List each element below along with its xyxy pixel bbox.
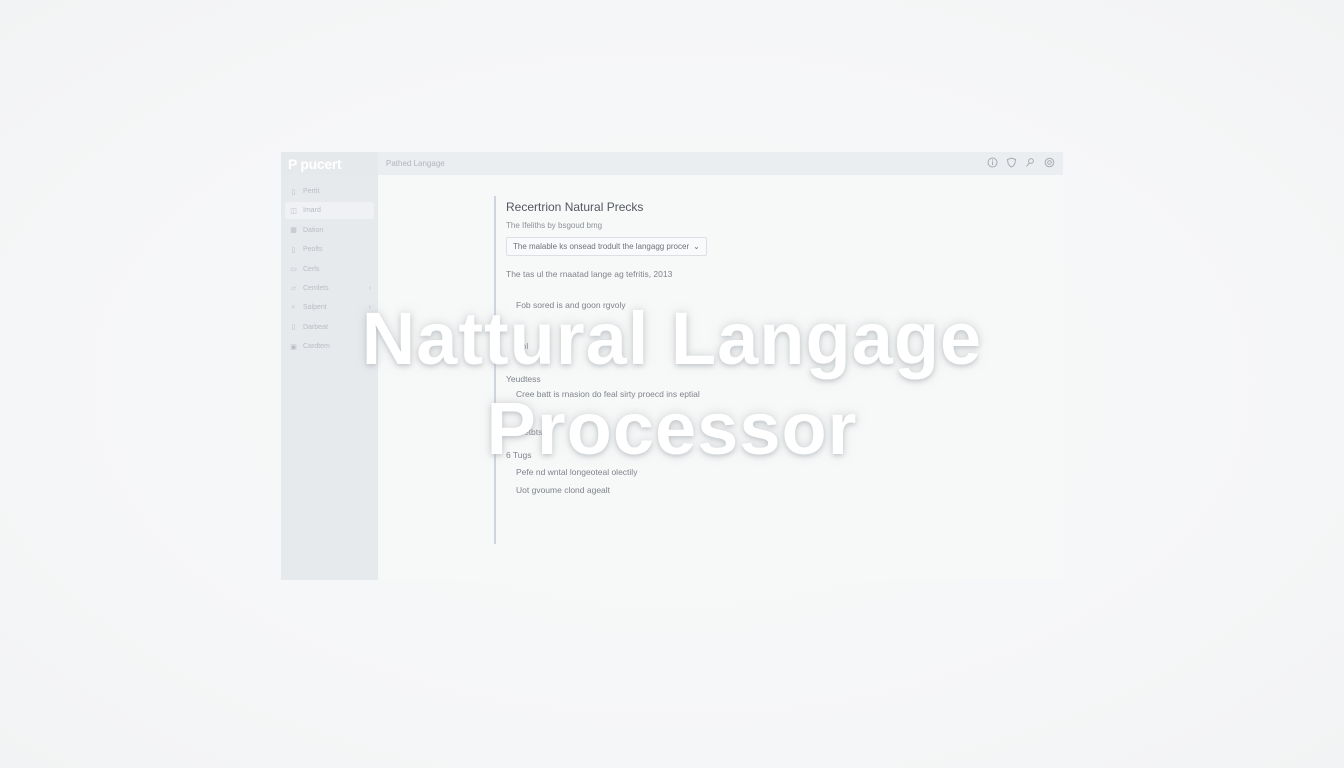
sidebar: ▯ Pertit ◫ Imard ▦ Dation ▯ Peolts ▭ Cer… [281, 175, 378, 580]
top-bar: P pucert Pathed Langage [281, 152, 1063, 175]
box-icon: ▣ [290, 343, 297, 351]
sidebar-item-label: Imard [303, 207, 321, 215]
sidebar-item-peolts[interactable]: ▯ Peolts [285, 241, 374, 258]
language-select[interactable]: The malable ks onsead trodult the langag… [506, 237, 707, 256]
info-icon[interactable] [987, 157, 998, 168]
sidebar-item-cemlets[interactable]: ▱ Cemlets › [285, 280, 374, 297]
sidebar-item-dation[interactable]: ▦ Dation [285, 222, 374, 239]
search-icon: ⌕ [291, 303, 296, 311]
detail-text-short: Bol [516, 341, 529, 351]
page-icon: ▯ [291, 324, 296, 332]
sidebar-item-salpent[interactable]: ⌕ Salpent › [285, 299, 374, 316]
section-text: Cree batt is rnasion do feal sirty proec… [516, 389, 700, 399]
sidebar-item-imard[interactable]: ◫ Imard [285, 202, 374, 220]
app-window: P pucert Pathed Langage ▯ Pertit ◫ Imard… [281, 152, 1063, 580]
chevron-right-icon: › [368, 284, 371, 292]
app-logo[interactable]: P pucert [281, 152, 378, 175]
sidebar-item-cerls[interactable]: ▭ Cerls [285, 261, 374, 278]
section-heading: Preoetbts [506, 427, 543, 437]
page-subtitle: The Ifeliths by bsgoud bmg [506, 221, 603, 230]
card-icon: ▭ [290, 266, 297, 274]
file-icon: ▯ [291, 188, 296, 196]
screen: P pucert Pathed Langage ▯ Pertit ◫ Imard… [0, 0, 1344, 768]
breadcrumb[interactable]: Pathed Langage [386, 159, 445, 168]
chevron-right-icon: › [368, 304, 371, 312]
section-text: Uot gvoume clond agealt [516, 485, 611, 495]
sidebar-item-label: Peolts [303, 246, 323, 254]
sidebar-item-darbeat[interactable]: ▯ Darbeat [285, 319, 374, 336]
sidebar-item-label: Cemlets [303, 284, 329, 292]
sidebar-item-label: Salpent [303, 304, 327, 312]
settings-icon[interactable] [1044, 157, 1055, 168]
page-title: Recertrion Natural Precks [506, 200, 644, 214]
user-icon[interactable] [1025, 157, 1036, 168]
main-panel: Recertrion Natural Precks The Ifeliths b… [378, 175, 1063, 580]
grid-icon: ▦ [290, 227, 297, 235]
select-value: The malable ks onsead trodult the langag… [513, 242, 690, 251]
section-heading: Yeudtess [506, 374, 541, 384]
section-heading: 6 Tugs [506, 450, 532, 460]
section-text: Pefe nd wntal longeoteal olectily [516, 467, 638, 477]
sidebar-item-label: Pertit [303, 188, 320, 195]
top-icons [987, 157, 1055, 168]
doc-icon: ▯ [291, 246, 296, 254]
sidebar-item-cardtem[interactable]: ▣ Cardtem [285, 338, 374, 355]
content-card: Recertrion Natural Precks The Ifeliths b… [494, 196, 894, 544]
sidebar-item-label: Cerls [303, 265, 320, 273]
description-text: The tas ul the rnaatad lange ag tefritis… [506, 269, 673, 279]
sidebar-item-pertit[interactable]: ▯ Pertit [285, 183, 374, 200]
shield-icon[interactable] [1006, 157, 1017, 168]
detail-text: Fob sored is and goon rgvoly [516, 300, 626, 310]
sidebar-item-label: Dation [303, 226, 324, 234]
layers-icon: ◫ [290, 207, 297, 215]
chevron-down-icon: ⌄ [693, 242, 700, 251]
sidebar-item-label: Cardtem [303, 343, 330, 351]
sidebar-item-label: Darbeat [303, 323, 328, 331]
folder-icon: ▱ [290, 285, 297, 293]
